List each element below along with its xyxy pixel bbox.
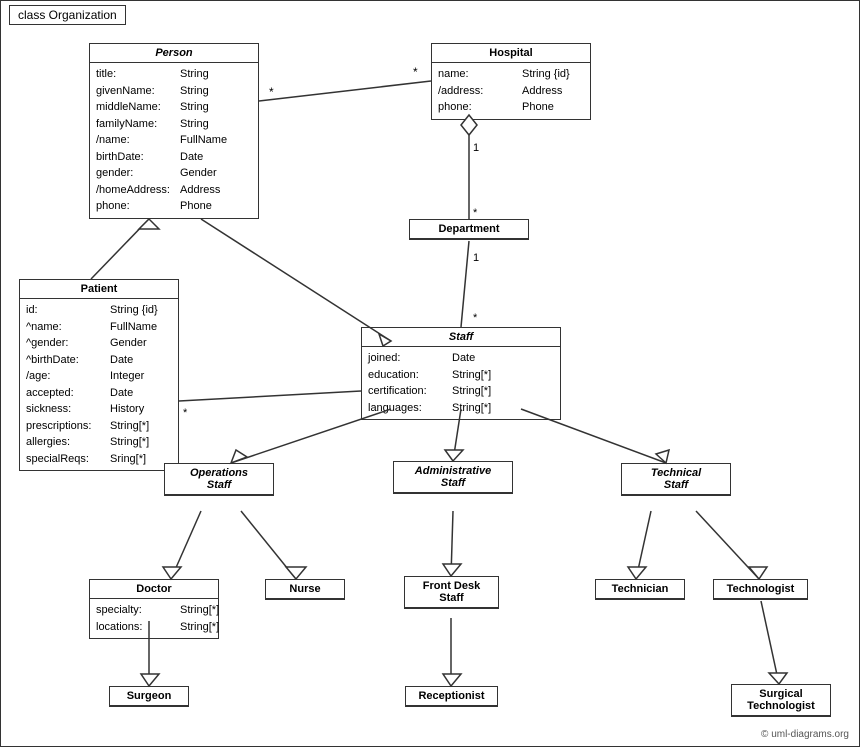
surgical-technologist-name: Surgical Technologist (732, 685, 830, 716)
administrative-staff-name: Administrative Staff (394, 462, 512, 493)
svg-text:*: * (473, 312, 478, 324)
hospital-class-attrs: name:String {id} /address:Address phone:… (432, 63, 590, 119)
person-class-attrs: title:String givenName:String middleName… (90, 63, 258, 218)
technologist-class-name: Technologist (714, 580, 807, 599)
staff-class: Staff joined:Date education:String[*] ce… (361, 327, 561, 420)
technical-staff-class: Technical Staff (621, 463, 731, 496)
administrative-staff-class: Administrative Staff (393, 461, 513, 494)
patient-class-name: Patient (20, 280, 178, 299)
svg-text:*: * (269, 85, 274, 99)
hospital-class-name: Hospital (432, 44, 590, 63)
doctor-class: Doctor specialty:String[*] locations:Str… (89, 579, 219, 639)
surgeon-class-name: Surgeon (110, 687, 188, 706)
svg-text:*: * (183, 407, 188, 419)
patient-class-attrs: id:String {id} ^name:FullName ^gender:Ge… (20, 299, 178, 470)
receptionist-class-name: Receptionist (406, 687, 497, 706)
svg-text:1: 1 (473, 252, 479, 264)
operations-staff-class: Operations Staff (164, 463, 274, 496)
doctor-class-name: Doctor (90, 580, 218, 599)
nurse-class: Nurse (265, 579, 345, 600)
patient-class: Patient id:String {id} ^name:FullName ^g… (19, 279, 179, 471)
front-desk-staff-name: Front Desk Staff (405, 577, 498, 608)
operations-staff-name: Operations Staff (165, 464, 273, 495)
front-desk-staff-class: Front Desk Staff (404, 576, 499, 609)
hospital-class: Hospital name:String {id} /address:Addre… (431, 43, 591, 120)
technician-class-name: Technician (596, 580, 684, 599)
copyright: © uml-diagrams.org (761, 729, 849, 740)
staff-class-name: Staff (362, 328, 560, 347)
person-class-name: Person (90, 44, 258, 63)
technologist-class: Technologist (713, 579, 808, 600)
department-class: Department (409, 219, 529, 240)
receptionist-class: Receptionist (405, 686, 498, 707)
nurse-class-name: Nurse (266, 580, 344, 599)
doctor-class-attrs: specialty:String[*] locations:String[*] (90, 599, 218, 638)
technical-staff-name: Technical Staff (622, 464, 730, 495)
technician-class: Technician (595, 579, 685, 600)
uml-diagram: class Organization Person title:String g… (0, 0, 860, 747)
svg-text:*: * (413, 65, 418, 79)
person-class: Person title:String givenName:String mid… (89, 43, 259, 219)
svg-text:1: 1 (473, 142, 479, 154)
diagram-title: class Organization (9, 5, 126, 25)
surgeon-class: Surgeon (109, 686, 189, 707)
staff-class-attrs: joined:Date education:String[*] certific… (362, 347, 560, 419)
department-class-name: Department (410, 220, 528, 239)
svg-text:*: * (473, 207, 478, 219)
surgical-technologist-class: Surgical Technologist (731, 684, 831, 717)
